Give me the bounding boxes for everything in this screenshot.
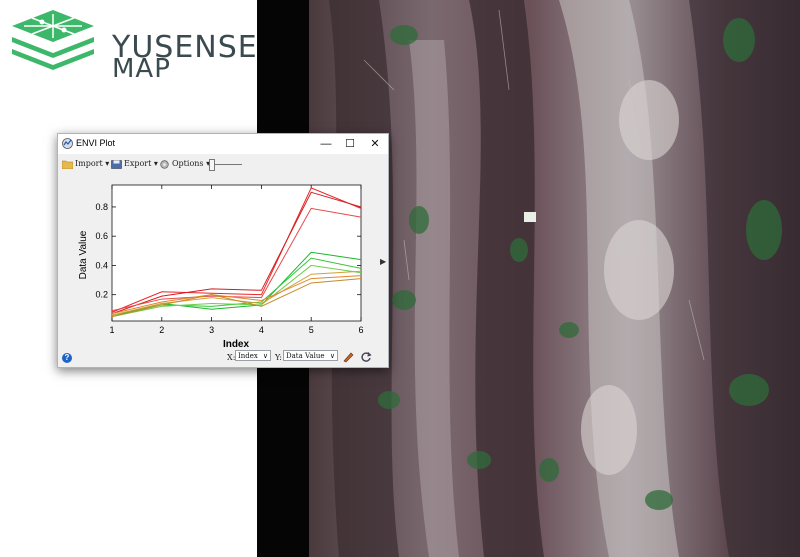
- y-tick-label: 0.8: [95, 202, 108, 212]
- slider-handle[interactable]: [209, 159, 215, 171]
- envi-plot-window[interactable]: ENVI Plot — ☐ ✕ Import ▾ Export ▾ Option…: [57, 133, 389, 368]
- x-axis-dropdown-value: Index: [238, 352, 258, 360]
- folder-icon: [62, 160, 73, 169]
- x-tick-label: 2: [159, 325, 164, 335]
- pencil-icon[interactable]: [342, 351, 354, 363]
- y-axis-dropdown[interactable]: Data Value ∨: [283, 350, 338, 361]
- logo-icon: [12, 10, 94, 70]
- import-label: Import: [75, 159, 103, 168]
- import-menu[interactable]: Import ▾: [62, 157, 109, 171]
- expand-panel-icon[interactable]: ▶: [380, 257, 386, 266]
- title-bar[interactable]: ENVI Plot — ☐ ✕: [58, 134, 388, 154]
- y-axis-selector-label: Y:: [275, 353, 282, 362]
- brand-name-line2: MAP: [112, 54, 171, 84]
- options-menu[interactable]: Options ▾: [159, 157, 210, 171]
- options-label: Options: [172, 159, 204, 168]
- y-axis-dropdown-value: Data Value: [286, 352, 325, 360]
- x-tick-label: 4: [259, 325, 264, 335]
- caret-down-icon: ▾: [105, 159, 110, 168]
- x-tick-label: 3: [209, 325, 214, 335]
- x-axis-dropdown[interactable]: Index ∨: [235, 350, 271, 361]
- chevron-down-icon: ∨: [262, 352, 268, 360]
- close-button[interactable]: ✕: [363, 134, 387, 154]
- x-tick-label: 6: [358, 325, 363, 335]
- maximize-button[interactable]: ☐: [338, 134, 362, 154]
- x-tick-label: 1: [109, 325, 114, 335]
- y-tick-label: 0.2: [95, 290, 108, 300]
- refresh-icon[interactable]: [360, 351, 372, 363]
- y-tick-label: 0.4: [95, 260, 108, 270]
- export-menu[interactable]: Export ▾: [111, 157, 158, 171]
- x-tick-label: 5: [309, 325, 314, 335]
- brand-logo: YUSENSE MAP: [8, 8, 257, 84]
- envi-app-icon: [62, 138, 73, 149]
- caret-down-icon: ▾: [153, 159, 158, 168]
- export-label: Export: [124, 159, 152, 168]
- plot-area[interactable]: 0.20.40.60.8 123456 Data Value Index: [58, 175, 388, 350]
- chevron-down-icon: ∨: [329, 352, 335, 360]
- y-tick-label: 0.6: [95, 231, 108, 241]
- window-title: ENVI Plot: [76, 138, 116, 148]
- gear-icon: [160, 159, 169, 169]
- help-icon[interactable]: ?: [62, 353, 72, 363]
- y-axis-label: Data Value: [78, 230, 89, 279]
- save-icon: [111, 159, 122, 169]
- status-bar: ? X: Index ∨ Y: Data Value ∨: [58, 348, 388, 367]
- minimize-button[interactable]: —: [314, 134, 338, 154]
